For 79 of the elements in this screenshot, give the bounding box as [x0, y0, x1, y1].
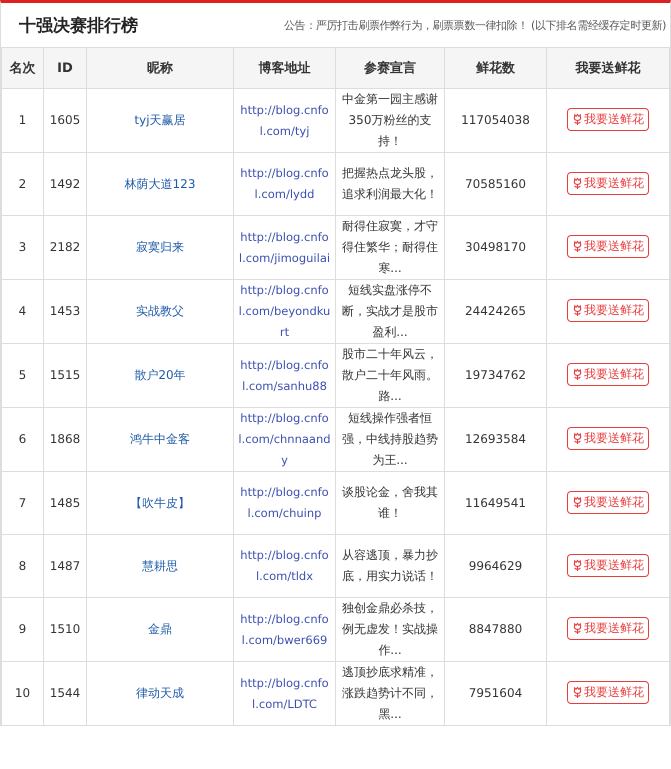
id-cell: 1544	[44, 662, 86, 726]
send-flowers-button[interactable]: 我要送鲜花	[567, 490, 649, 514]
send-flowers-button[interactable]: 我要送鲜花	[567, 108, 649, 131]
declaration-cell: 耐得住寂寞，才守得住繁华；耐得住寒...	[336, 216, 444, 280]
declaration-cell: 短线操作强者恒强，中线持股趋势为王...	[336, 408, 444, 472]
column-header: 名次	[2, 48, 44, 88]
column-header: 我要送鲜花	[546, 48, 670, 88]
flower-icon	[572, 686, 583, 699]
flower-count-cell: 117054038	[444, 88, 546, 152]
id-cell: 1492	[44, 152, 86, 216]
flower-icon	[572, 176, 583, 190]
flower-count-cell: 24424265	[444, 280, 546, 344]
flower-icon	[572, 558, 583, 572]
rank-cell: 9	[2, 598, 44, 662]
flower-count-cell: 8847880	[444, 598, 546, 662]
rank-cell: 7	[2, 472, 44, 534]
nickname-link[interactable]: 律动天成	[136, 683, 184, 704]
flower-count-cell: 12693584	[444, 408, 546, 472]
send-flowers-button[interactable]: 我要送鲜花	[567, 235, 649, 258]
send-flowers-button[interactable]: 我要送鲜花	[567, 681, 649, 704]
nickname-link[interactable]: tyj天赢居	[134, 110, 186, 131]
rank-cell: 8	[2, 534, 44, 598]
send-flowers-button[interactable]: 我要送鲜花	[567, 299, 649, 322]
flower-count-cell: 7951604	[444, 662, 546, 726]
column-header: ID	[44, 48, 86, 88]
flower-icon	[572, 304, 583, 317]
id-cell: 1487	[44, 534, 86, 598]
declaration-cell: 中金第一园主感谢350万粉丝的支持！	[336, 88, 444, 152]
nickname-link[interactable]: 散户20年	[134, 365, 186, 386]
send-flowers-button[interactable]: 我要送鲜花	[567, 554, 649, 576]
nickname-link[interactable]: 慧耕思	[142, 556, 178, 576]
nickname-link[interactable]: 【吹牛皮】	[130, 492, 190, 514]
id-cell: 1453	[44, 280, 86, 344]
rank-cell: 4	[2, 280, 44, 344]
flower-count-cell: 70585160	[444, 152, 546, 216]
column-header: 鲜花数	[444, 48, 546, 88]
nickname-link[interactable]: 实战教父	[136, 301, 184, 322]
flower-icon	[572, 432, 583, 445]
column-header: 昵称	[86, 48, 234, 88]
rank-cell: 1	[2, 88, 44, 152]
nickname-link[interactable]: 鸿牛中金客	[130, 429, 190, 450]
flower-count-cell: 30498170	[444, 216, 546, 280]
nickname-link[interactable]: 林荫大道123	[124, 174, 196, 194]
flower-icon	[572, 113, 583, 126]
flower-count-cell: 19734762	[444, 344, 546, 408]
send-flowers-button[interactable]: 我要送鲜花	[567, 172, 649, 194]
id-cell: 1510	[44, 598, 86, 662]
id-cell: 1868	[44, 408, 86, 472]
column-header: 博客地址	[234, 48, 336, 88]
send-flowers-button[interactable]: 我要送鲜花	[567, 617, 649, 640]
id-cell: 1515	[44, 344, 86, 408]
notice-text: 公告：严厉打击刷票作弊行为，刷票票数一律扣除！ (以下排名需经缓存定时更新)	[284, 18, 666, 32]
flower-icon	[572, 496, 583, 508]
flower-count-cell: 9964629	[444, 534, 546, 598]
rank-cell: 3	[2, 216, 44, 280]
declaration-cell: 逃顶抄底求精准，涨跌趋势计不同，黑...	[336, 662, 444, 726]
declaration-cell: 独创金鼎必杀技，例无虚发！实战操作...	[336, 598, 444, 662]
column-header: 参赛宣言	[336, 48, 444, 88]
rank-cell: 5	[2, 344, 44, 408]
declaration-cell: 股市二十年风云，散户二十年风雨。路...	[336, 344, 444, 408]
rank-cell: 6	[2, 408, 44, 472]
declaration-cell: 从容逃顶，暴力抄底，用实力说话！	[336, 534, 444, 598]
rank-cell: 2	[2, 152, 44, 216]
id-cell: 1605	[44, 88, 86, 152]
id-cell: 2182	[44, 216, 86, 280]
declaration-cell: 短线实盘涨停不断，实战才是股市盈利...	[336, 280, 444, 344]
declaration-cell: 谈股论金，舍我其谁！	[336, 472, 444, 534]
flower-count-cell: 11649541	[444, 472, 546, 534]
flower-icon	[572, 622, 583, 635]
panel-title: 十强决赛排行榜	[19, 14, 138, 36]
flower-icon	[572, 240, 583, 253]
send-flowers-button[interactable]: 我要送鲜花	[567, 427, 649, 450]
id-cell: 1485	[44, 472, 86, 534]
send-flowers-button[interactable]: 我要送鲜花	[567, 363, 649, 386]
declaration-cell: 把握热点龙头股，追求利润最大化！	[336, 152, 444, 216]
flower-icon	[572, 368, 583, 381]
nickname-link[interactable]: 寂寞归来	[136, 237, 184, 258]
rank-cell: 10	[2, 662, 44, 726]
nickname-link[interactable]: 金鼎	[148, 619, 172, 640]
